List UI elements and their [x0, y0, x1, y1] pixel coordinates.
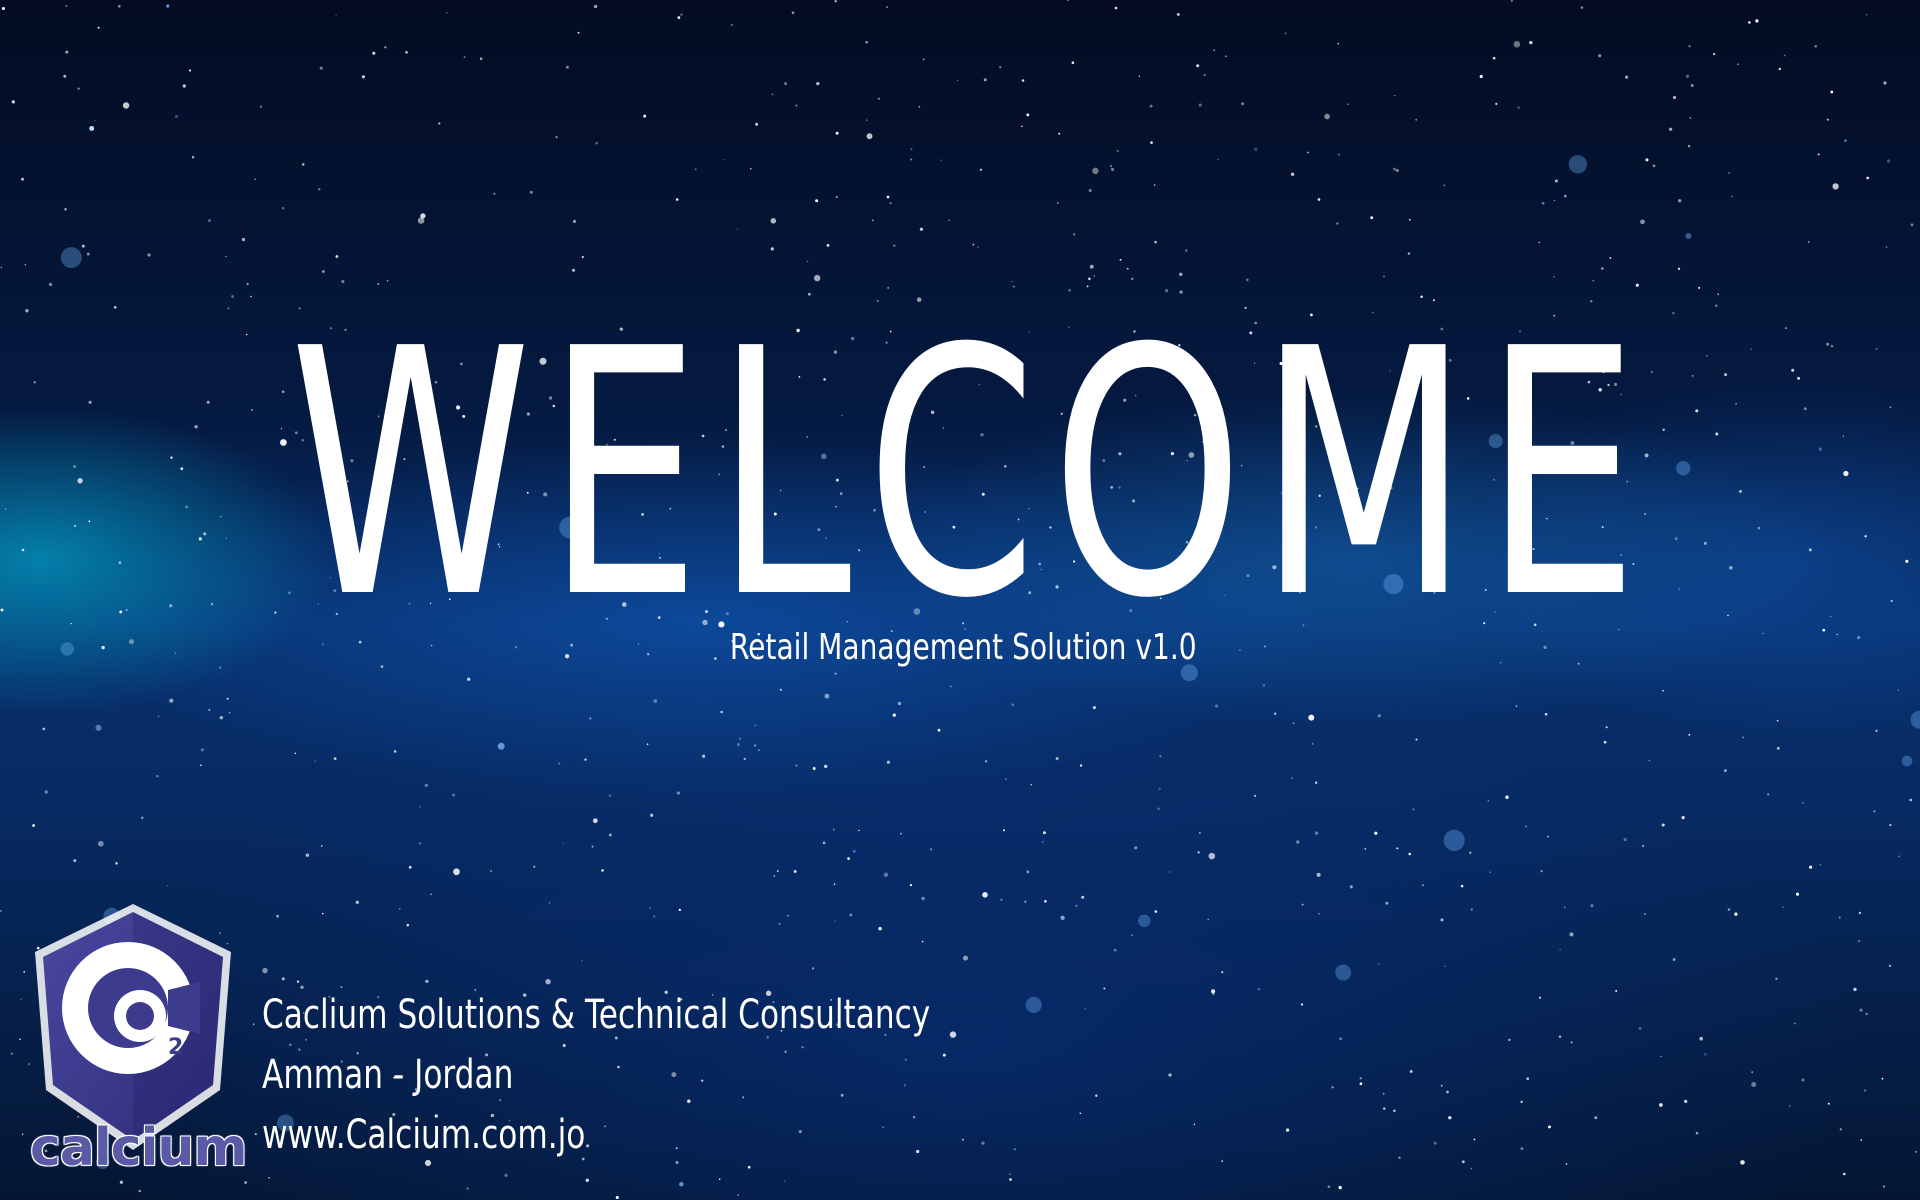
company-name: Caclium Solutions & Technical Consultanc… [262, 992, 931, 1038]
product-subtitle: Retail Management Solution v1.0 [729, 627, 1197, 668]
splash-screen: WELCOME Retail Management Solution v1.0 … [0, 0, 1920, 1200]
logo-subscript: 2 [168, 1035, 183, 1060]
welcome-title: WELCOME [289, 277, 1653, 673]
company-info: Caclium Solutions & Technical Consultanc… [262, 985, 930, 1165]
company-website: www.Calcium.com.jo [262, 1112, 586, 1158]
company-location: Amman - Jordan [262, 1052, 514, 1098]
logo-wordmark: calcium [30, 1118, 248, 1178]
